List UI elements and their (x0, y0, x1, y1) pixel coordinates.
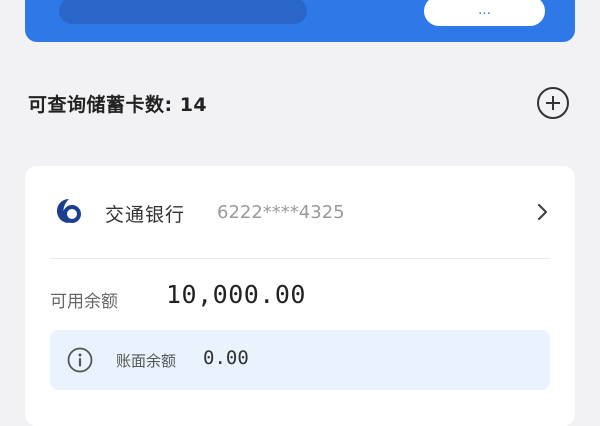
ledger-balance-label: 账面余额 (116, 352, 177, 370)
bank-card-panel: 交通银行 6222****4325 可用余额 10,000.00 账面余额 0.… (25, 166, 575, 426)
card-number: 6222****4325 (217, 202, 345, 223)
add-card-button[interactable] (537, 87, 569, 119)
top-banner: … (25, 0, 575, 42)
bank-logo-icon (57, 199, 81, 223)
bank-name: 交通银行 (105, 204, 186, 226)
card-divider (50, 258, 550, 259)
savings-card-count-title: 可查询储蓄卡数: 14 (28, 94, 208, 116)
info-icon[interactable] (67, 347, 93, 373)
available-balance-label: 可用余额 (50, 292, 118, 312)
banner-action-button[interactable]: … (424, 0, 545, 26)
available-balance-value: 10,000.00 (166, 280, 306, 309)
banner-note (59, 0, 307, 24)
ledger-balance-value: 0.00 (203, 347, 249, 369)
bank-card-row[interactable]: 交通银行 6222****4325 (25, 166, 575, 258)
chevron-right-icon (537, 203, 548, 221)
ledger-balance-box: 账面余额 0.00 (50, 330, 550, 390)
